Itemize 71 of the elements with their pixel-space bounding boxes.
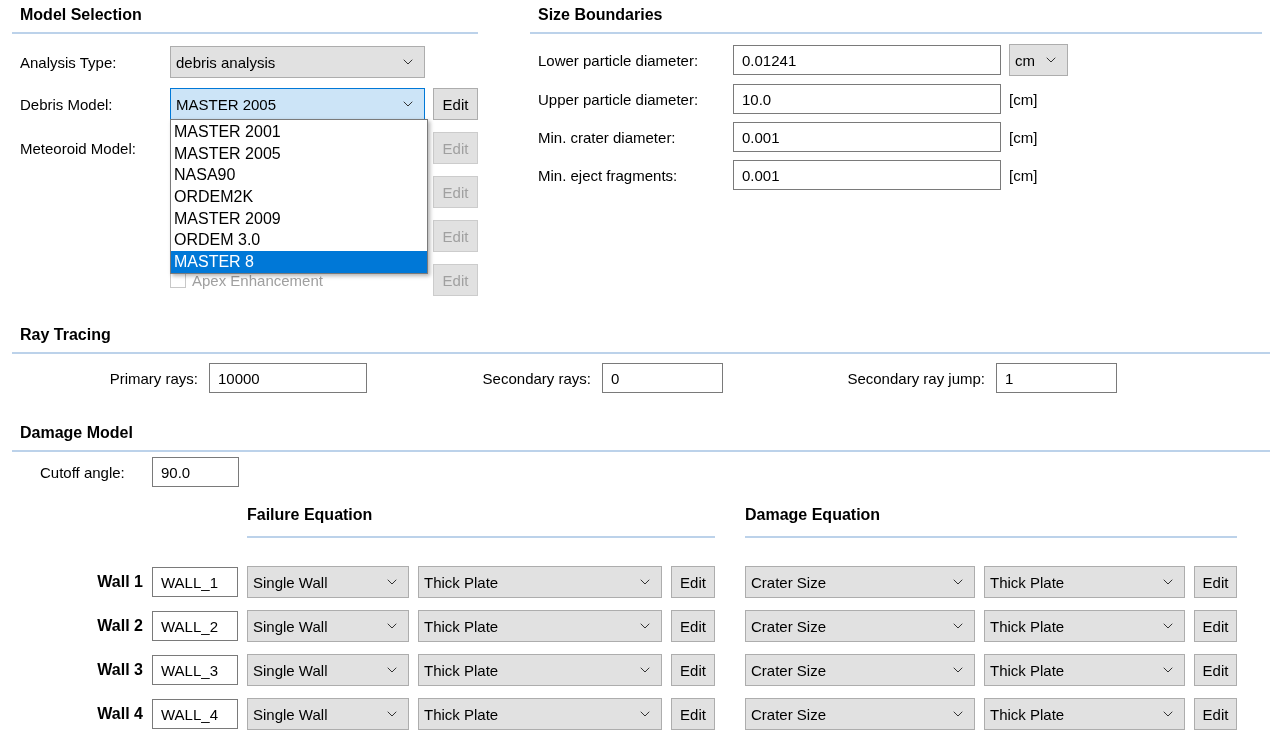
dropdown-option[interactable]: MASTER 8 [171,251,427,273]
edit-button[interactable]: Edit [671,698,715,730]
edit-button[interactable]: Edit [1194,698,1237,730]
section-heading: Ray Tracing [12,320,1270,354]
dropdown[interactable]: Thick Plate [418,698,662,730]
text-field[interactable]: 90.0 [152,457,239,487]
field-label: Upper particle diameter: [537,90,700,108]
wall-label: Wall 4 [97,705,143,723]
text-field[interactable]: 10.0 [733,84,1001,114]
text-field[interactable]: WALL_4 [152,699,238,729]
field-label: Primary rays: [109,369,198,387]
column-heading: Failure Equation [247,492,715,538]
dropdown-option[interactable]: MASTER 2009 [171,207,427,230]
section-heading: Size Boundaries [530,0,1262,34]
wall-label: Wall 1 [97,573,143,591]
column-heading: Damage Equation [745,492,1237,538]
dropdown[interactable]: Thick Plate [418,610,662,642]
text-field[interactable]: 0.01241 [733,45,1001,75]
field-label: Secondary ray jump: [847,369,985,387]
dropdown[interactable]: Single Wall [247,610,409,642]
edit-button[interactable]: Edit [1194,654,1237,686]
edit-button[interactable]: Edit [671,610,715,642]
text-field[interactable]: WALL_3 [152,655,238,685]
text-field[interactable]: 0.001 [733,160,1001,190]
dropdown[interactable]: Thick Plate [984,566,1185,598]
field-label: Min. eject fragments: [537,166,679,184]
wall-label: Wall 2 [97,617,143,635]
dropdown[interactable]: cm [1009,44,1068,76]
dropdown[interactable]: Thick Plate [984,610,1185,642]
unit-label: [cm] [1009,166,1038,184]
text-field[interactable]: WALL_2 [152,611,238,641]
text-field[interactable]: 0.001 [733,122,1001,152]
section-heading: Model Selection [12,0,478,34]
edit-button[interactable]: Edit [671,654,715,686]
dropdown[interactable]: Single Wall [247,654,409,686]
edit-button[interactable]: Edit [433,88,478,120]
dropdown[interactable]: Single Wall [247,566,409,598]
field-label: Min. crater diameter: [537,128,677,146]
dropdown[interactable]: debris analysis [170,46,425,78]
section-heading: Damage Model [12,418,1270,452]
edit-button[interactable]: Edit [1194,610,1237,642]
field-label: Cutoff angle: [39,463,126,481]
dropdown-option[interactable]: MASTER 2005 [171,142,427,165]
unit-label: [cm] [1009,128,1038,146]
field-label: Lower particle diameter: [537,51,700,69]
dropdown-option[interactable]: ORDEM 3.0 [171,229,427,252]
wall-label: Wall 3 [97,661,143,679]
edit-button[interactable]: Edit [1194,566,1237,598]
dropdown-option[interactable]: MASTER 2001 [171,121,427,143]
field-label: Analysis Type: [19,53,118,71]
dropdown[interactable]: Thick Plate [984,698,1185,730]
field-label: Secondary rays: [482,369,591,387]
dropdown[interactable]: Crater Size [745,610,975,642]
dropdown[interactable]: Crater Size [745,566,975,598]
field-label: Debris Model: [19,95,114,113]
dropdown[interactable]: Thick Plate [418,566,662,598]
text-field[interactable]: 10000 [209,363,367,393]
edit-button[interactable]: Edit [671,566,715,598]
dropdown-option[interactable]: ORDEM2K [171,186,427,208]
dropdown[interactable]: Crater Size [745,698,975,730]
dropdown-option[interactable]: NASA90 [171,164,427,187]
dropdown[interactable]: Single Wall [247,698,409,730]
dropdown[interactable]: Thick Plate [418,654,662,686]
dropdown[interactable]: Crater Size [745,654,975,686]
text-field[interactable]: WALL_1 [152,567,238,597]
text-field[interactable]: 1 [996,363,1117,393]
text-field[interactable]: 0 [602,363,723,393]
field-label: Meteoroid Model: [19,139,137,157]
checkbox-label: Apex Enhancement [192,271,323,289]
unit-label: [cm] [1009,90,1038,108]
dropdown[interactable]: Thick Plate [984,654,1185,686]
